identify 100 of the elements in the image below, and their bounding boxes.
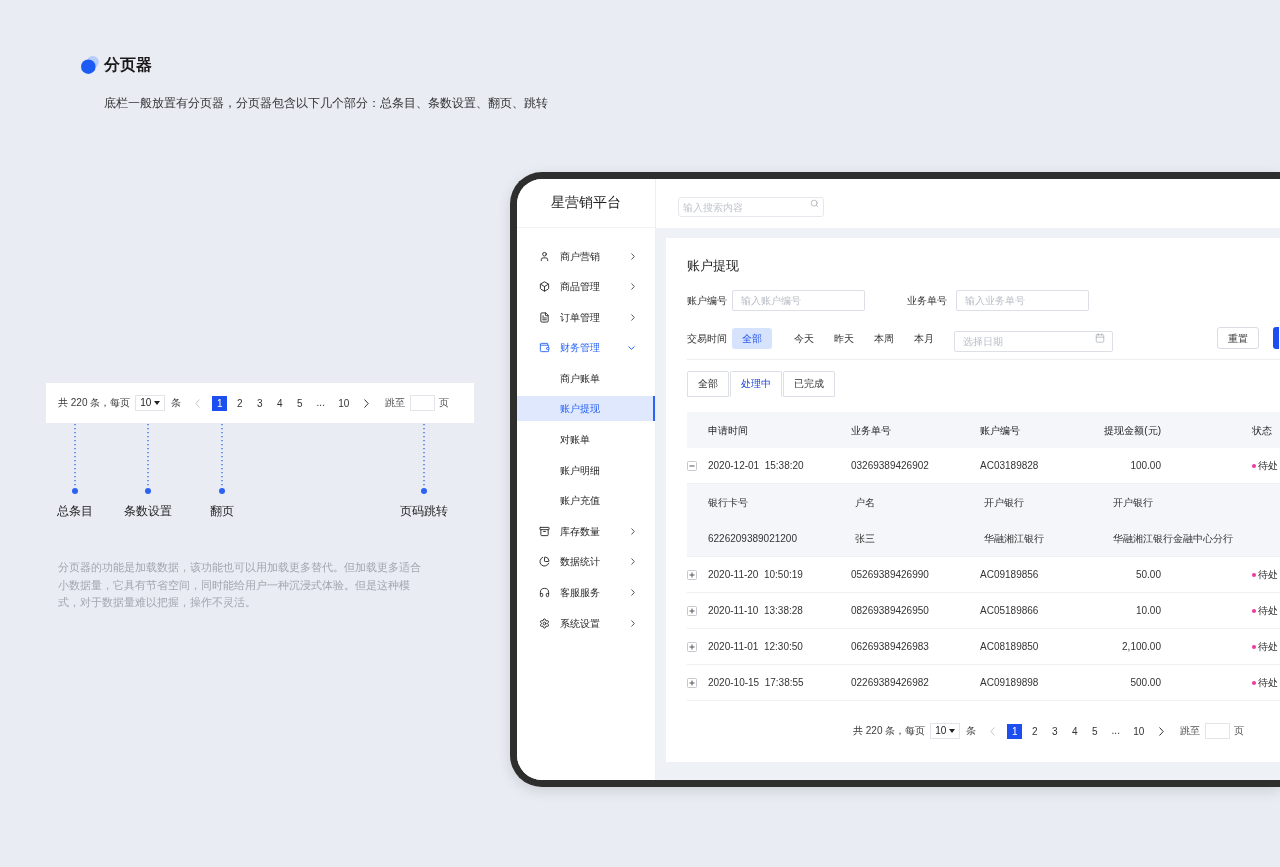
status-dot-icon — [1252, 463, 1256, 468]
page-button[interactable]: 5 — [1087, 723, 1103, 739]
detail-value: 6226209389021200 — [708, 531, 797, 546]
status-label: 待处 — [1258, 676, 1278, 690]
next-page-icon[interactable] — [364, 398, 370, 408]
callout-label: 条数设置 — [124, 504, 172, 518]
time-range-option[interactable]: 今天 — [784, 327, 824, 349]
text-field[interactable]: 输入账户编号 — [732, 289, 865, 311]
primary-button[interactable] — [1273, 327, 1279, 349]
leader-line — [421, 423, 427, 494]
section-title: 分页器 — [104, 56, 152, 74]
callout-label: 页码跳转 — [400, 504, 448, 518]
menu-item[interactable]: 商户营销 — [517, 243, 655, 269]
status-tab[interactable]: 处理中 — [730, 370, 782, 397]
total-count: 共 220 条，每页 — [58, 396, 131, 410]
page-title: 账户提现 — [687, 257, 739, 275]
page-button[interactable]: 5 — [292, 395, 308, 411]
table-cell-text: 02269389426982 — [851, 676, 929, 690]
plus-square-icon[interactable] — [687, 569, 697, 580]
time-range-option[interactable]: 本月 — [904, 327, 944, 349]
column-header: 申请时间 — [708, 423, 748, 438]
submenu-item[interactable]: 对账单 — [517, 427, 655, 453]
brand-name: 星营销平台 — [551, 193, 621, 212]
plus-square-icon[interactable] — [687, 605, 697, 616]
unit-label: 条 — [966, 724, 977, 738]
column-header: 业务单号 — [851, 423, 891, 438]
outline-button[interactable]: 重置 — [1217, 327, 1259, 349]
page-button[interactable]: 4 — [1067, 723, 1083, 739]
table-cell-text: 2020-11-20 10:50:19 — [708, 568, 803, 582]
callout-label: 总条目 — [57, 504, 93, 518]
time-range-option[interactable]: 全部 — [732, 327, 772, 349]
table-cell-text: AC05189866 — [980, 604, 1039, 618]
table-cell-text: 10.00 — [1135, 604, 1161, 618]
submenu-item[interactable]: 账户提现 — [517, 396, 655, 422]
time-range-option[interactable]: 昨天 — [824, 327, 864, 349]
page-size-select[interactable]: 10 — [930, 723, 961, 739]
page-button[interactable]: 2 — [1027, 723, 1043, 739]
table-cell-text: 2020-11-10 13:38:28 — [708, 604, 803, 618]
detail-value: 张三 — [855, 531, 875, 546]
status-label: 待处 — [1258, 604, 1278, 618]
status-dot-icon — [1252, 608, 1256, 613]
leader-line — [145, 423, 151, 494]
settings-icon — [539, 617, 550, 629]
archive-icon — [539, 525, 550, 537]
table-cell-text: 50.00 — [1135, 568, 1161, 582]
plus-square-icon[interactable] — [687, 641, 697, 652]
page-size-select[interactable]: 10 — [135, 395, 166, 411]
caret-down-icon — [949, 729, 956, 733]
menu-item[interactable]: 数据统计 — [517, 549, 655, 575]
page-button[interactable]: 2 — [232, 395, 248, 411]
status-dot-icon — [1252, 644, 1256, 649]
caret-down-icon — [154, 401, 161, 405]
search-icon — [810, 199, 819, 208]
column-header: 状态 — [1252, 423, 1272, 438]
minus-square-icon[interactable] — [687, 460, 697, 471]
page-button[interactable]: 1 — [212, 395, 228, 411]
jump-label: 跳至 — [385, 396, 406, 410]
menu-item[interactable]: 客服服务 — [517, 580, 655, 606]
callout-label: 翻页 — [210, 504, 234, 518]
page-unit-label: 页 — [1234, 724, 1245, 738]
status-label: 待处 — [1258, 640, 1278, 654]
wallet-icon — [539, 342, 550, 354]
pie-chart-icon — [539, 556, 550, 568]
submenu-item[interactable]: 账户明细 — [517, 457, 655, 483]
section-description: 底栏一般放置有分页器，分页器包含以下几个部分：总条目、条数设置、翻页、跳转 — [104, 94, 548, 112]
menu-item[interactable]: 系统设置 — [517, 610, 655, 636]
table-cell-text: 08269389426950 — [851, 604, 929, 618]
status-tab[interactable]: 全部 — [687, 370, 729, 397]
detail-label: 开户银行 — [984, 495, 1024, 510]
status-tab[interactable]: 已完成 — [783, 370, 835, 397]
page-button[interactable]: 3 — [252, 395, 268, 411]
page-jump-field[interactable] — [1205, 723, 1231, 739]
time-range-option[interactable]: 本周 — [864, 327, 904, 349]
document-icon — [539, 311, 550, 323]
page-unit-label: 页 — [439, 396, 450, 410]
menu-item[interactable]: 订单管理 — [517, 304, 655, 330]
unit-label: 条 — [171, 396, 182, 410]
field-label: 业务单号 — [907, 293, 947, 308]
submenu-item[interactable]: 商户账单 — [517, 365, 655, 391]
page-button[interactable]: 10 — [1129, 723, 1149, 739]
menu-item[interactable]: 商品管理 — [517, 274, 655, 300]
table-cell-text: AC09189856 — [980, 568, 1039, 582]
table-cell-text: 500.00 — [1130, 676, 1161, 690]
page-button[interactable]: 1 — [1007, 723, 1023, 739]
plus-square-icon[interactable] — [687, 677, 697, 688]
column-header: 提现金额(元) — [1104, 423, 1161, 438]
page-ellipsis: ... — [315, 396, 326, 410]
submenu-item[interactable]: 账户充值 — [517, 488, 655, 514]
table-cell-text: 2020-12-01 15:38:20 — [708, 459, 804, 473]
page-button[interactable]: 4 — [272, 395, 288, 411]
page-button[interactable]: 3 — [1047, 723, 1063, 739]
table-cell-text: 2020-11-01 12:30:50 — [708, 640, 803, 654]
field-label: 账户编号 — [687, 293, 727, 308]
menu-item[interactable]: 财务管理 — [517, 335, 655, 361]
page-jump-field[interactable] — [410, 395, 436, 411]
next-page-icon[interactable] — [1159, 726, 1165, 736]
menu-item[interactable]: 库存数量 — [517, 518, 655, 544]
page-button[interactable]: 10 — [334, 395, 354, 411]
status-dot-icon — [1252, 572, 1256, 577]
detail-label: 银行卡号 — [708, 495, 748, 510]
